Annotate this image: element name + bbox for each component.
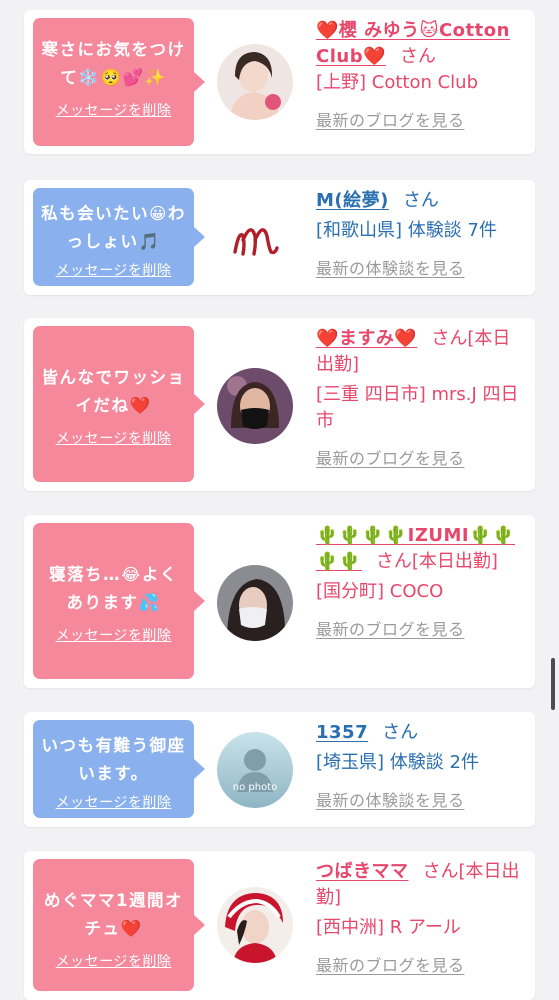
delete-message-link[interactable]: メッセージを削除 [56,428,172,448]
message-card: 寝落ち…😂よくあります💦 メッセージを削除 🌵🌵🌵🌵IZUMI🌵🌵🌵🌵 さん[本日… [24,515,535,688]
profile-name-link[interactable]: つばきママ [316,861,409,882]
profile-location: [国分町] COCO [316,581,444,602]
message-bubble: 私も会いたい😀わっしょい🎵 メッセージを削除 [33,188,205,286]
delete-message-link[interactable]: メッセージを削除 [56,625,172,645]
delete-message-link[interactable]: メッセージを削除 [56,100,172,120]
latest-blog-link[interactable]: 最新のブログを見る [316,446,526,472]
profile-info: M(絵夢) さん [和歌山県] 体験談 7件 最新の体験談を見る [316,188,526,282]
message-card: めぐママ1週間オチュ❤️ メッセージを削除 つばきママ さん[本日出勤] [西中洲… [24,851,535,1000]
avatar[interactable] [217,368,293,444]
message-text: 寝落ち…😂よくあります💦 [49,565,178,612]
name-suffix: さん [400,46,436,67]
avatar[interactable] [217,887,293,963]
scrollbar-thumb[interactable] [551,658,555,710]
message-text: 皆んなでワッショイだね❤️ [41,368,186,415]
profile-location: [西中洲] R アール [316,917,461,938]
message-bubble: めぐママ1週間オチュ❤️ メッセージを削除 [33,859,205,991]
latest-blog-link[interactable]: 最新のブログを見る [316,108,526,134]
message-bubble: 寒さにお気をつけて❄️🥺💕✨ メッセージを削除 [33,18,205,146]
profile-name-link[interactable]: ❤️ますみ❤️ [316,328,417,349]
latest-blog-link[interactable]: 最新のブログを見る [316,953,526,979]
signature-m-avatar[interactable] [217,200,293,276]
latest-review-link[interactable]: 最新の体験談を見る [316,256,526,282]
message-card: 私も会いたい😀わっしょい🎵 メッセージを削除 M(絵夢) さん [和歌山県] 体験… [24,180,535,295]
profile-info: 🌵🌵🌵🌵IZUMI🌵🌵🌵🌵 さん[本日出勤] [国分町] COCO 最新のブログを… [316,523,526,643]
message-text: めぐママ1週間オチュ❤️ [44,891,183,938]
message-bubble: 寝落ち…😂よくあります💦 メッセージを削除 [33,523,205,679]
latest-blog-link[interactable]: 最新のブログを見る [316,617,526,643]
no-photo-label: no photo [232,782,278,793]
profile-location: [埼玉県] 体験談 2件 [316,752,479,773]
profile-info: ❤️櫻 みゆう🐱Cotton Club❤️ さん [上野] Cotton Club… [316,18,526,134]
no-photo-avatar[interactable]: no photo [217,732,293,808]
name-suffix: さん [382,722,419,743]
delete-message-link[interactable]: メッセージを削除 [56,792,172,812]
profile-location: [上野] Cotton Club [316,72,479,93]
profile-info: つばきママ さん[本日出勤] [西中洲] R アール 最新のブログを見る [316,859,526,979]
message-bubble: 皆んなでワッショイだね❤️ メッセージを削除 [33,326,205,482]
message-card: いつも有難う御座います。 メッセージを削除 no photo 1357 さん [埼… [24,712,535,827]
name-suffix: さん [402,190,439,211]
delete-message-link[interactable]: メッセージを削除 [56,951,172,971]
message-text: いつも有難う御座います。 [41,736,186,783]
message-card: 皆んなでワッショイだね❤️ メッセージを削除 ❤️ますみ❤️ さん[本日出勤] [… [24,318,535,491]
profile-info: 1357 さん [埼玉県] 体験談 2件 最新の体験談を見る [316,720,526,814]
avatar[interactable] [217,44,293,120]
message-text: 寒さにお気をつけて❄️🥺💕✨ [41,40,186,87]
profile-name-link[interactable]: 1357 [316,722,368,743]
avatar[interactable] [217,565,293,641]
profile-location: [和歌山県] 体験談 7件 [316,220,497,241]
message-text: 私も会いたい😀わっしょい🎵 [41,204,186,251]
name-suffix: さん[本日出勤] [375,551,498,572]
message-card: 寒さにお気をつけて❄️🥺💕✨ メッセージを削除 ❤️櫻 みゆう🐱Cotton C… [24,10,535,154]
profile-location: [三重 四日市] mrs.J 四日市 [316,384,519,431]
delete-message-link[interactable]: メッセージを削除 [56,260,172,280]
profile-info: ❤️ますみ❤️ さん[本日出勤] [三重 四日市] mrs.J 四日市 最新のブロ… [316,326,526,472]
latest-review-link[interactable]: 最新の体験談を見る [316,788,526,814]
profile-name-link[interactable]: M(絵夢) [316,190,389,211]
message-bubble: いつも有難う御座います。 メッセージを削除 [33,720,205,818]
